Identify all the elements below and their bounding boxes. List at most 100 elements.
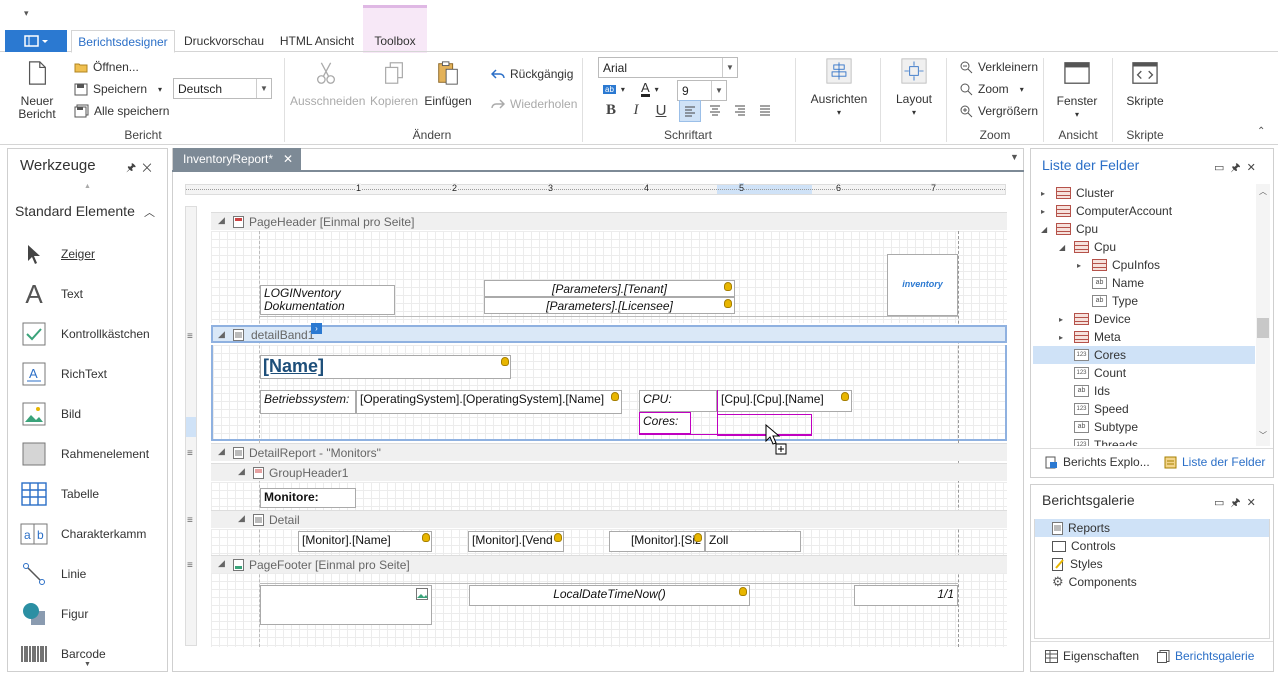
- expand-arrow-icon[interactable]: ▸: [1041, 189, 1051, 198]
- field-list-window-buttons[interactable]: ▭🖈✕: [1214, 159, 1262, 178]
- band-detail[interactable]: ◢ Detail: [211, 510, 1007, 528]
- highlight-color-button[interactable]: ab ▾: [603, 80, 625, 98]
- cpu-label[interactable]: CPU:: [639, 390, 717, 412]
- pin-icon[interactable]: 🖈: [126, 162, 142, 174]
- gallery-item-components[interactable]: ⚙ Components: [1052, 573, 1137, 591]
- save-all-button[interactable]: Alle speichern: [74, 102, 169, 120]
- band-handle-icon[interactable]: ≡: [187, 560, 193, 571]
- font-size-select[interactable]: 9 ▼: [677, 80, 727, 101]
- band-handle-icon[interactable]: ≡: [187, 331, 193, 342]
- monitor-size-field[interactable]: [Monitor].[Siz: [609, 531, 705, 552]
- tool-image[interactable]: Bild: [20, 401, 81, 427]
- tool-richtext[interactable]: A RichText: [20, 361, 107, 387]
- document-tab[interactable]: InventoryReport* ✕: [173, 148, 301, 170]
- collapse-band-icon[interactable]: ◢: [238, 466, 245, 477]
- monitor-name-field[interactable]: [Monitor].[Name]: [298, 531, 432, 552]
- logo-text-label[interactable]: LOGINventory Dokumentation: [260, 285, 395, 315]
- underline-button[interactable]: U: [650, 102, 672, 119]
- field-tree[interactable]: ▸ Cluster ▸ ComputerAccount ◢ Cpu ◢ Cpu ▸ CpuInfo…: [1033, 184, 1255, 446]
- close-icon[interactable]: ✕: [1247, 497, 1262, 509]
- copy-button[interactable]: Kopieren: [368, 60, 420, 108]
- tool-table[interactable]: Tabelle: [20, 481, 99, 507]
- ausrichten-button[interactable]: Ausrichten ▾: [808, 58, 870, 119]
- field-list-item[interactable]: ab Ids: [1033, 382, 1255, 400]
- report-gallery-tab[interactable]: Berichtsgalerie: [1157, 649, 1254, 663]
- field-list-item[interactable]: ◢ Cpu: [1033, 238, 1255, 256]
- toolbox-section-title[interactable]: Standard Elemente: [15, 203, 135, 219]
- tenant-field[interactable]: [Parameters].[Tenant]: [484, 280, 735, 297]
- maximize-icon[interactable]: ▭: [1214, 162, 1230, 174]
- os-field[interactable]: [OperatingSystem].[OperatingSystem].[Nam…: [356, 390, 622, 414]
- report-explorer-tab[interactable]: Berichts Explo...: [1045, 455, 1150, 469]
- licensee-field[interactable]: [Parameters].[Licensee]: [484, 297, 735, 314]
- maximize-icon[interactable]: ▭: [1214, 497, 1230, 509]
- tab-html-ansicht[interactable]: HTML Ansicht: [276, 30, 358, 53]
- undo-button[interactable]: Rückgängig: [491, 65, 573, 83]
- close-icon[interactable]: ✕: [1247, 162, 1262, 174]
- tool-checkbox[interactable]: Kontrollkästchen: [20, 321, 150, 347]
- band-group-header[interactable]: ◢ GroupHeader1: [211, 463, 1007, 481]
- field-list-item[interactable]: 123 Threads: [1033, 436, 1255, 446]
- font-family-select[interactable]: Arial ▼: [598, 57, 738, 78]
- band-handle-icon[interactable]: ≡: [187, 515, 193, 526]
- scripts-button[interactable]: Skripte: [1121, 60, 1169, 108]
- tab-druckvorschau[interactable]: Druckvorschau: [180, 30, 268, 53]
- field-list-item[interactable]: ◢ Cpu: [1033, 220, 1255, 238]
- collapse-arrow-icon[interactable]: ◢: [1059, 243, 1069, 252]
- field-list-item[interactable]: ab Name: [1033, 274, 1255, 292]
- cpu-field[interactable]: [Cpu].[Cpu].[Name]: [717, 390, 852, 412]
- new-report-button[interactable]: Neuer Bericht: [12, 60, 62, 121]
- zoom-in-button[interactable]: Vergrößern: [960, 102, 1038, 120]
- scroll-up-icon[interactable]: ︿: [1259, 186, 1267, 197]
- gallery-item-styles[interactable]: Styles: [1052, 555, 1103, 573]
- scroll-up-icon[interactable]: ▲: [84, 183, 91, 190]
- bold-button[interactable]: B: [600, 102, 622, 119]
- gallery-window-buttons[interactable]: ▭🖈✕: [1214, 494, 1262, 513]
- collapse-arrow-icon[interactable]: ◢: [1041, 225, 1051, 234]
- collapse-band-icon[interactable]: ◢: [218, 446, 225, 457]
- italic-button[interactable]: I: [625, 102, 647, 119]
- field-list-tab[interactable]: Liste der Felder: [1164, 455, 1265, 469]
- field-list-item[interactable]: ab Type: [1033, 292, 1255, 310]
- field-list-item[interactable]: ▸ CpuInfos: [1033, 256, 1255, 274]
- save-button[interactable]: Speichern ▾: [74, 80, 162, 98]
- file-menu-button[interactable]: [5, 30, 67, 52]
- tab-berichtsdesigner[interactable]: Berichtsdesigner: [71, 30, 175, 53]
- pin-icon[interactable]: 🖈: [1230, 162, 1246, 174]
- pin-icon[interactable]: 🖈: [1230, 497, 1246, 509]
- cut-button[interactable]: Ausschneiden: [290, 60, 365, 108]
- toolbox-pin-close[interactable]: 🖈✕: [126, 159, 158, 178]
- tool-text[interactable]: A Text: [20, 279, 83, 309]
- layout-button[interactable]: Layout ▾: [889, 58, 939, 119]
- scroll-down-icon[interactable]: ﹀: [1259, 430, 1267, 441]
- tool-line[interactable]: Linie: [20, 561, 86, 587]
- window-button[interactable]: Fenster ▾: [1053, 60, 1101, 121]
- cores-label[interactable]: Cores:: [639, 412, 691, 434]
- band-handle-icon[interactable]: ≡: [187, 448, 193, 459]
- tab-toolbox[interactable]: Toolbox: [363, 30, 427, 53]
- name-field[interactable]: [Name]: [260, 355, 511, 379]
- collapse-band-icon[interactable]: ◢: [218, 329, 225, 340]
- field-list-item[interactable]: ab Subtype: [1033, 418, 1255, 436]
- expand-arrow-icon[interactable]: ▸: [1059, 315, 1069, 324]
- align-left-button[interactable]: [679, 100, 701, 122]
- os-label[interactable]: Betriebssystem:: [260, 390, 356, 414]
- band-page-footer[interactable]: ◢ PageFooter [Einmal pro Seite]: [211, 555, 1007, 573]
- field-list-scrollbar[interactable]: ︿ ﹀: [1256, 184, 1270, 446]
- tool-shape[interactable]: Figur: [20, 601, 88, 627]
- collapse-band-icon[interactable]: ◢: [218, 215, 225, 226]
- monitors-label[interactable]: Monitore:: [260, 488, 356, 508]
- collapse-ribbon-icon[interactable]: ⌃: [1257, 126, 1265, 137]
- collapse-band-icon[interactable]: ◢: [238, 513, 245, 524]
- gallery-item-controls[interactable]: Controls: [1052, 537, 1116, 555]
- paste-button[interactable]: Einfügen: [424, 60, 472, 108]
- align-center-button[interactable]: [705, 100, 725, 123]
- field-list-item[interactable]: 123 Count: [1033, 364, 1255, 382]
- field-list-item[interactable]: ▸ Device: [1033, 310, 1255, 328]
- close-icon[interactable]: ✕: [142, 162, 158, 174]
- expand-arrow-icon[interactable]: ▸: [1077, 261, 1087, 270]
- field-list-item[interactable]: ▸ ComputerAccount: [1033, 202, 1255, 220]
- field-list-item[interactable]: 123 Cores: [1033, 346, 1255, 364]
- font-color-button[interactable]: A ▾: [641, 80, 659, 98]
- scrollbar-thumb[interactable]: [1257, 318, 1269, 338]
